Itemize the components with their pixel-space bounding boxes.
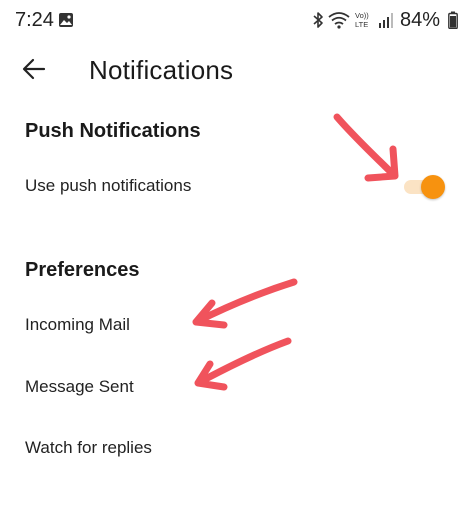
row-label: Watch for replies: [25, 438, 152, 457]
gallery-icon: [59, 13, 73, 27]
arrow-left-icon: [22, 58, 46, 80]
battery-percent: 84%: [399, 8, 440, 31]
status-time: 7:24: [15, 9, 54, 31]
section-title-push: Push Notifications: [25, 120, 201, 142]
signal-icon: [378, 13, 393, 28]
battery-icon: [448, 11, 458, 29]
status-bar: 7:24 Vo)) LTE 84%: [0, 0, 474, 40]
row-incoming-mail[interactable]: Incoming Mail: [0, 303, 474, 349]
svg-text:Vo)): Vo)): [355, 11, 369, 20]
row-label: Incoming Mail: [25, 315, 130, 334]
toggle-thumb: [421, 175, 445, 199]
row-watch-for-replies[interactable]: Watch for replies: [0, 426, 474, 472]
page-title: Notifications: [89, 55, 234, 85]
section-title-preferences: Preferences: [25, 259, 140, 281]
push-notifications-toggle[interactable]: [402, 174, 446, 200]
row-message-sent[interactable]: Message Sent: [0, 365, 474, 411]
status-icons: Vo)) LTE 84%: [308, 9, 458, 31]
notifications-screen: 7:24 Vo)) LTE 84% Notifications Push Not…: [0, 0, 474, 532]
app-header: Notifications: [0, 44, 474, 94]
volte-icon: Vo)) LTE: [355, 11, 369, 29]
back-button[interactable]: [14, 52, 54, 86]
row-label: Message Sent: [25, 377, 134, 396]
wifi-icon: [328, 12, 350, 29]
svg-text:LTE: LTE: [355, 20, 368, 29]
row-use-push-notifications[interactable]: Use push notifications: [0, 164, 474, 210]
bluetooth-icon: [313, 12, 323, 28]
row-label: Use push notifications: [25, 176, 192, 195]
